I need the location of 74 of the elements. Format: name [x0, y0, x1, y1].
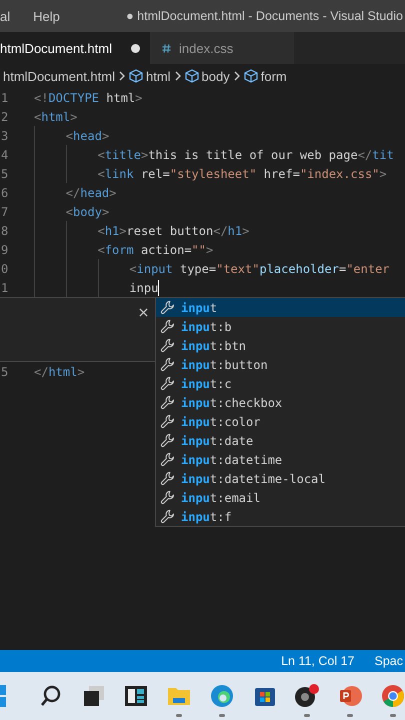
- line-number: 9: [0, 242, 10, 256]
- line-number: 4: [0, 148, 10, 162]
- line-number: 5: [0, 166, 10, 180]
- breadcrumb-item[interactable]: form: [260, 68, 287, 84]
- suggestion-item[interactable]: input:color: [156, 412, 405, 431]
- code-line: <input type="text"placeholder="enter: [129, 262, 390, 276]
- editor-tab[interactable]: index.css: [150, 32, 294, 64]
- line-number: 5: [0, 364, 10, 378]
- indentation-status[interactable]: Spac: [374, 654, 403, 668]
- chevron-icon: [118, 71, 126, 81]
- suggestion-item[interactable]: input: [156, 298, 405, 317]
- wrench-icon: [160, 433, 175, 448]
- wrench-icon: [160, 452, 175, 467]
- wrench-icon: [160, 471, 175, 486]
- menu-item[interactable]: Help: [21, 8, 71, 24]
- cube-icon: [128, 69, 143, 83]
- line-number: 6: [0, 186, 10, 200]
- wrench-icon: [160, 338, 175, 353]
- search-icon[interactable]: [38, 684, 63, 708]
- wrench-icon: [160, 300, 175, 315]
- suggestion-item[interactable]: input:button: [156, 355, 405, 374]
- chevron-icon: [174, 71, 182, 81]
- cursor-position[interactable]: Ln 11, Col 17: [281, 654, 354, 668]
- browser-icon[interactable]: [210, 684, 234, 708]
- code-line: <form action="">: [98, 242, 214, 256]
- wrench-icon: [160, 357, 175, 372]
- line-number: 7: [0, 204, 10, 218]
- code-line: </html>: [34, 364, 85, 378]
- record-app-icon[interactable]: [294, 683, 320, 709]
- wrench-icon: [160, 376, 175, 391]
- wrench-icon: [160, 414, 175, 429]
- suggestion-item[interactable]: input:email: [156, 488, 405, 507]
- cube-icon: [244, 69, 258, 83]
- line-number: 8: [0, 224, 10, 238]
- hash-icon: [162, 44, 171, 52]
- wrench-icon: [160, 395, 175, 410]
- breadcrumb-item[interactable]: body: [202, 68, 230, 84]
- menu-item[interactable]: al: [0, 8, 22, 24]
- suggestion-item[interactable]: input:b: [156, 317, 405, 336]
- editor-tab[interactable]: htmlDocument.html: [0, 32, 150, 64]
- widgets-icon[interactable]: [124, 684, 148, 708]
- line-number: 1: [0, 90, 10, 104]
- code-line: <html>: [34, 110, 78, 124]
- suggestion-item[interactable]: input:checkbox: [156, 393, 405, 412]
- slides-app-icon[interactable]: [338, 684, 362, 708]
- code-line: <link rel="stylesheet" href="index.css">: [98, 166, 387, 180]
- chevron-icon: [232, 71, 241, 81]
- code-line: </head>: [66, 186, 116, 200]
- cube-icon: [184, 69, 199, 83]
- line-number: 2: [0, 110, 10, 124]
- window-title: ● htmlDocument.html - Documents - Visual Studio: [126, 9, 403, 23]
- line-number: 0: [0, 262, 10, 276]
- suggestion-item[interactable]: input:btn: [156, 336, 405, 355]
- close-icon[interactable]: [139, 308, 148, 317]
- code-line: <head>: [66, 128, 110, 142]
- code-line: <body>: [66, 204, 110, 218]
- task-view-icon[interactable]: [82, 684, 106, 708]
- wrench-icon: [160, 490, 175, 505]
- code-line: inpu: [129, 280, 158, 294]
- breadcrumb-item[interactable]: htmlDocument.html: [3, 68, 115, 84]
- line-number: 3: [0, 128, 10, 142]
- wrench-icon: [160, 319, 175, 334]
- line-number: 1: [0, 280, 10, 294]
- code-line: <h1>reset button</h1>: [98, 224, 250, 238]
- suggestion-item[interactable]: input:c: [156, 374, 405, 393]
- suggestion-item[interactable]: input:datetime-local: [156, 469, 405, 488]
- breadcrumb-item[interactable]: html: [146, 68, 171, 84]
- browser-icon[interactable]: [380, 684, 405, 708]
- wrench-icon: [160, 509, 175, 524]
- suggestion-item[interactable]: input:datetime: [156, 450, 405, 469]
- code-line: <!DOCTYPE html>: [34, 90, 142, 104]
- suggestion-item[interactable]: input:f: [156, 507, 405, 526]
- suggestion-item[interactable]: input:date: [156, 431, 405, 450]
- code-line: <title>this is title of our web page</tit: [98, 148, 394, 162]
